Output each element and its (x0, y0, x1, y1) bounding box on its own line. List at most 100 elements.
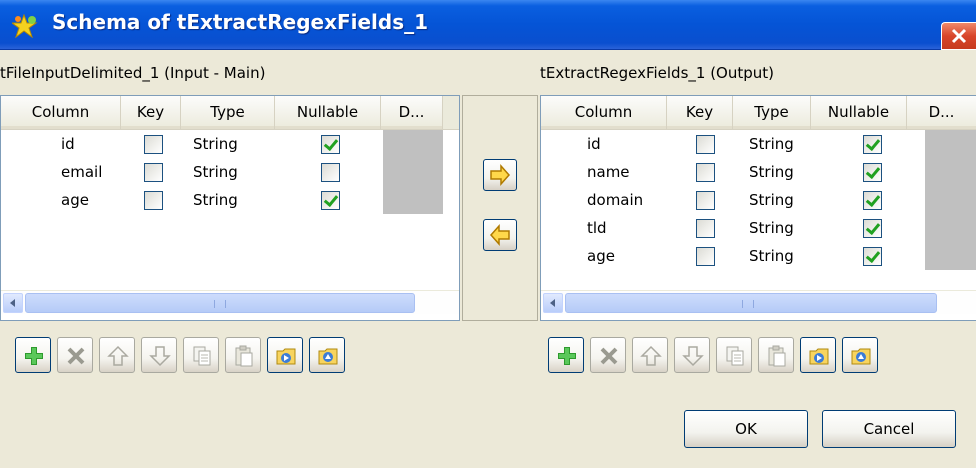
column-header-column[interactable]: Column (541, 96, 667, 129)
type-cell[interactable]: String (749, 130, 794, 158)
column-name-cell[interactable]: age (61, 186, 89, 214)
table-row[interactable]: id String (1, 130, 459, 158)
output-horizontal-scrollbar[interactable] (541, 290, 976, 314)
default-cell[interactable] (383, 158, 443, 186)
table-row[interactable]: age String (1, 186, 459, 214)
column-header-nullable[interactable]: Nullable (275, 96, 381, 129)
column-header-default[interactable]: D... (907, 96, 976, 129)
column-name-cell[interactable]: id (587, 130, 601, 158)
nullable-checkbox[interactable] (321, 135, 340, 154)
ok-button[interactable]: OK (684, 410, 808, 448)
copy-to-output-button[interactable] (483, 159, 517, 191)
close-icon (951, 28, 967, 44)
type-cell[interactable]: String (749, 186, 794, 214)
output-schema-table[interactable]: Column Key Type Nullable D... id String na… (540, 95, 976, 321)
cancel-button[interactable]: Cancel (822, 410, 956, 448)
default-cell[interactable] (925, 130, 976, 158)
nullable-checkbox[interactable] (321, 163, 340, 182)
key-checkbox[interactable] (144, 163, 163, 182)
key-checkbox[interactable] (696, 219, 715, 238)
column-name-cell[interactable]: tld (587, 214, 607, 242)
move-down-button[interactable] (674, 337, 710, 373)
key-checkbox[interactable] (144, 135, 163, 154)
column-name-cell[interactable]: email (61, 158, 102, 186)
default-cell[interactable] (383, 130, 443, 158)
table-row[interactable]: email String (1, 158, 459, 186)
nullable-checkbox[interactable] (863, 135, 882, 154)
column-header-type[interactable]: Type (733, 96, 811, 129)
export-button[interactable] (309, 337, 345, 373)
move-up-button[interactable] (632, 337, 668, 373)
copy-button[interactable] (183, 337, 219, 373)
type-cell[interactable]: String (749, 158, 794, 186)
column-header-column[interactable]: Column (1, 96, 121, 129)
default-cell[interactable] (925, 214, 976, 242)
move-up-icon (640, 345, 662, 366)
nullable-checkbox[interactable] (863, 247, 882, 266)
default-cell[interactable] (925, 186, 976, 214)
move-down-button[interactable] (141, 337, 177, 373)
column-name-cell[interactable]: name (587, 158, 630, 186)
key-checkbox[interactable] (696, 247, 715, 266)
import-button[interactable] (800, 337, 836, 373)
window-title: Schema of tExtractRegexFields_1 (52, 10, 429, 34)
input-schema-table[interactable]: Column Key Type Nullable D... id String em… (0, 95, 460, 321)
table-row[interactable]: name String (541, 158, 976, 186)
column-name-cell[interactable]: id (61, 130, 75, 158)
nullable-checkbox[interactable] (321, 191, 340, 210)
default-cell[interactable] (383, 186, 443, 214)
export-icon (851, 348, 871, 365)
table-row[interactable]: age String (541, 242, 976, 270)
key-checkbox[interactable] (696, 191, 715, 210)
copy-to-input-button[interactable] (483, 219, 517, 251)
table-row[interactable]: tld String (541, 214, 976, 242)
paste-button[interactable] (758, 337, 794, 373)
remove-button[interactable] (590, 337, 626, 373)
column-header-default[interactable]: D... (381, 96, 443, 129)
key-checkbox[interactable] (696, 135, 715, 154)
move-down-icon (682, 346, 704, 367)
copy-button[interactable] (716, 337, 752, 373)
type-cell[interactable]: String (193, 158, 238, 186)
column-header-type[interactable]: Type (181, 96, 275, 129)
import-button[interactable] (267, 337, 303, 373)
move-up-button[interactable] (99, 337, 135, 373)
type-cell[interactable]: String (749, 214, 794, 242)
column-name-cell[interactable]: domain (587, 186, 643, 214)
scrollbar-grip (214, 300, 226, 308)
type-cell[interactable]: String (193, 130, 238, 158)
nullable-checkbox[interactable] (863, 163, 882, 182)
scrollbar-thumb[interactable] (565, 293, 937, 313)
import-icon (276, 348, 296, 365)
paste-button[interactable] (225, 337, 261, 373)
paste-icon (235, 345, 253, 367)
table-header: Column Key Type Nullable D... (541, 96, 976, 130)
column-header-key[interactable]: Key (667, 96, 733, 129)
column-header-key[interactable]: Key (121, 96, 181, 129)
scroll-left-arrow[interactable] (3, 293, 23, 313)
default-cell[interactable] (925, 158, 976, 186)
input-horizontal-scrollbar[interactable] (1, 290, 459, 314)
export-button[interactable] (842, 337, 878, 373)
remove-button[interactable] (57, 337, 93, 373)
add-button[interactable] (15, 337, 51, 373)
import-icon (809, 348, 829, 365)
table-row[interactable]: id String (541, 130, 976, 158)
scroll-left-arrow[interactable] (543, 293, 563, 313)
nullable-checkbox[interactable] (863, 219, 882, 238)
table-row[interactable]: domain String (541, 186, 976, 214)
column-name-cell[interactable]: age (587, 242, 615, 270)
type-cell[interactable]: String (193, 186, 238, 214)
input-panel-label: tFileInputDelimited_1 (Input - Main) (0, 64, 266, 82)
key-checkbox[interactable] (144, 191, 163, 210)
default-cell[interactable] (925, 242, 976, 270)
arrow-left-icon (489, 224, 510, 246)
copy-icon (193, 346, 211, 366)
add-button[interactable] (548, 337, 584, 373)
scrollbar-thumb[interactable] (25, 293, 415, 313)
key-checkbox[interactable] (696, 163, 715, 182)
type-cell[interactable]: String (749, 242, 794, 270)
nullable-checkbox[interactable] (863, 191, 882, 210)
column-header-nullable[interactable]: Nullable (811, 96, 907, 129)
close-button[interactable] (941, 22, 976, 50)
